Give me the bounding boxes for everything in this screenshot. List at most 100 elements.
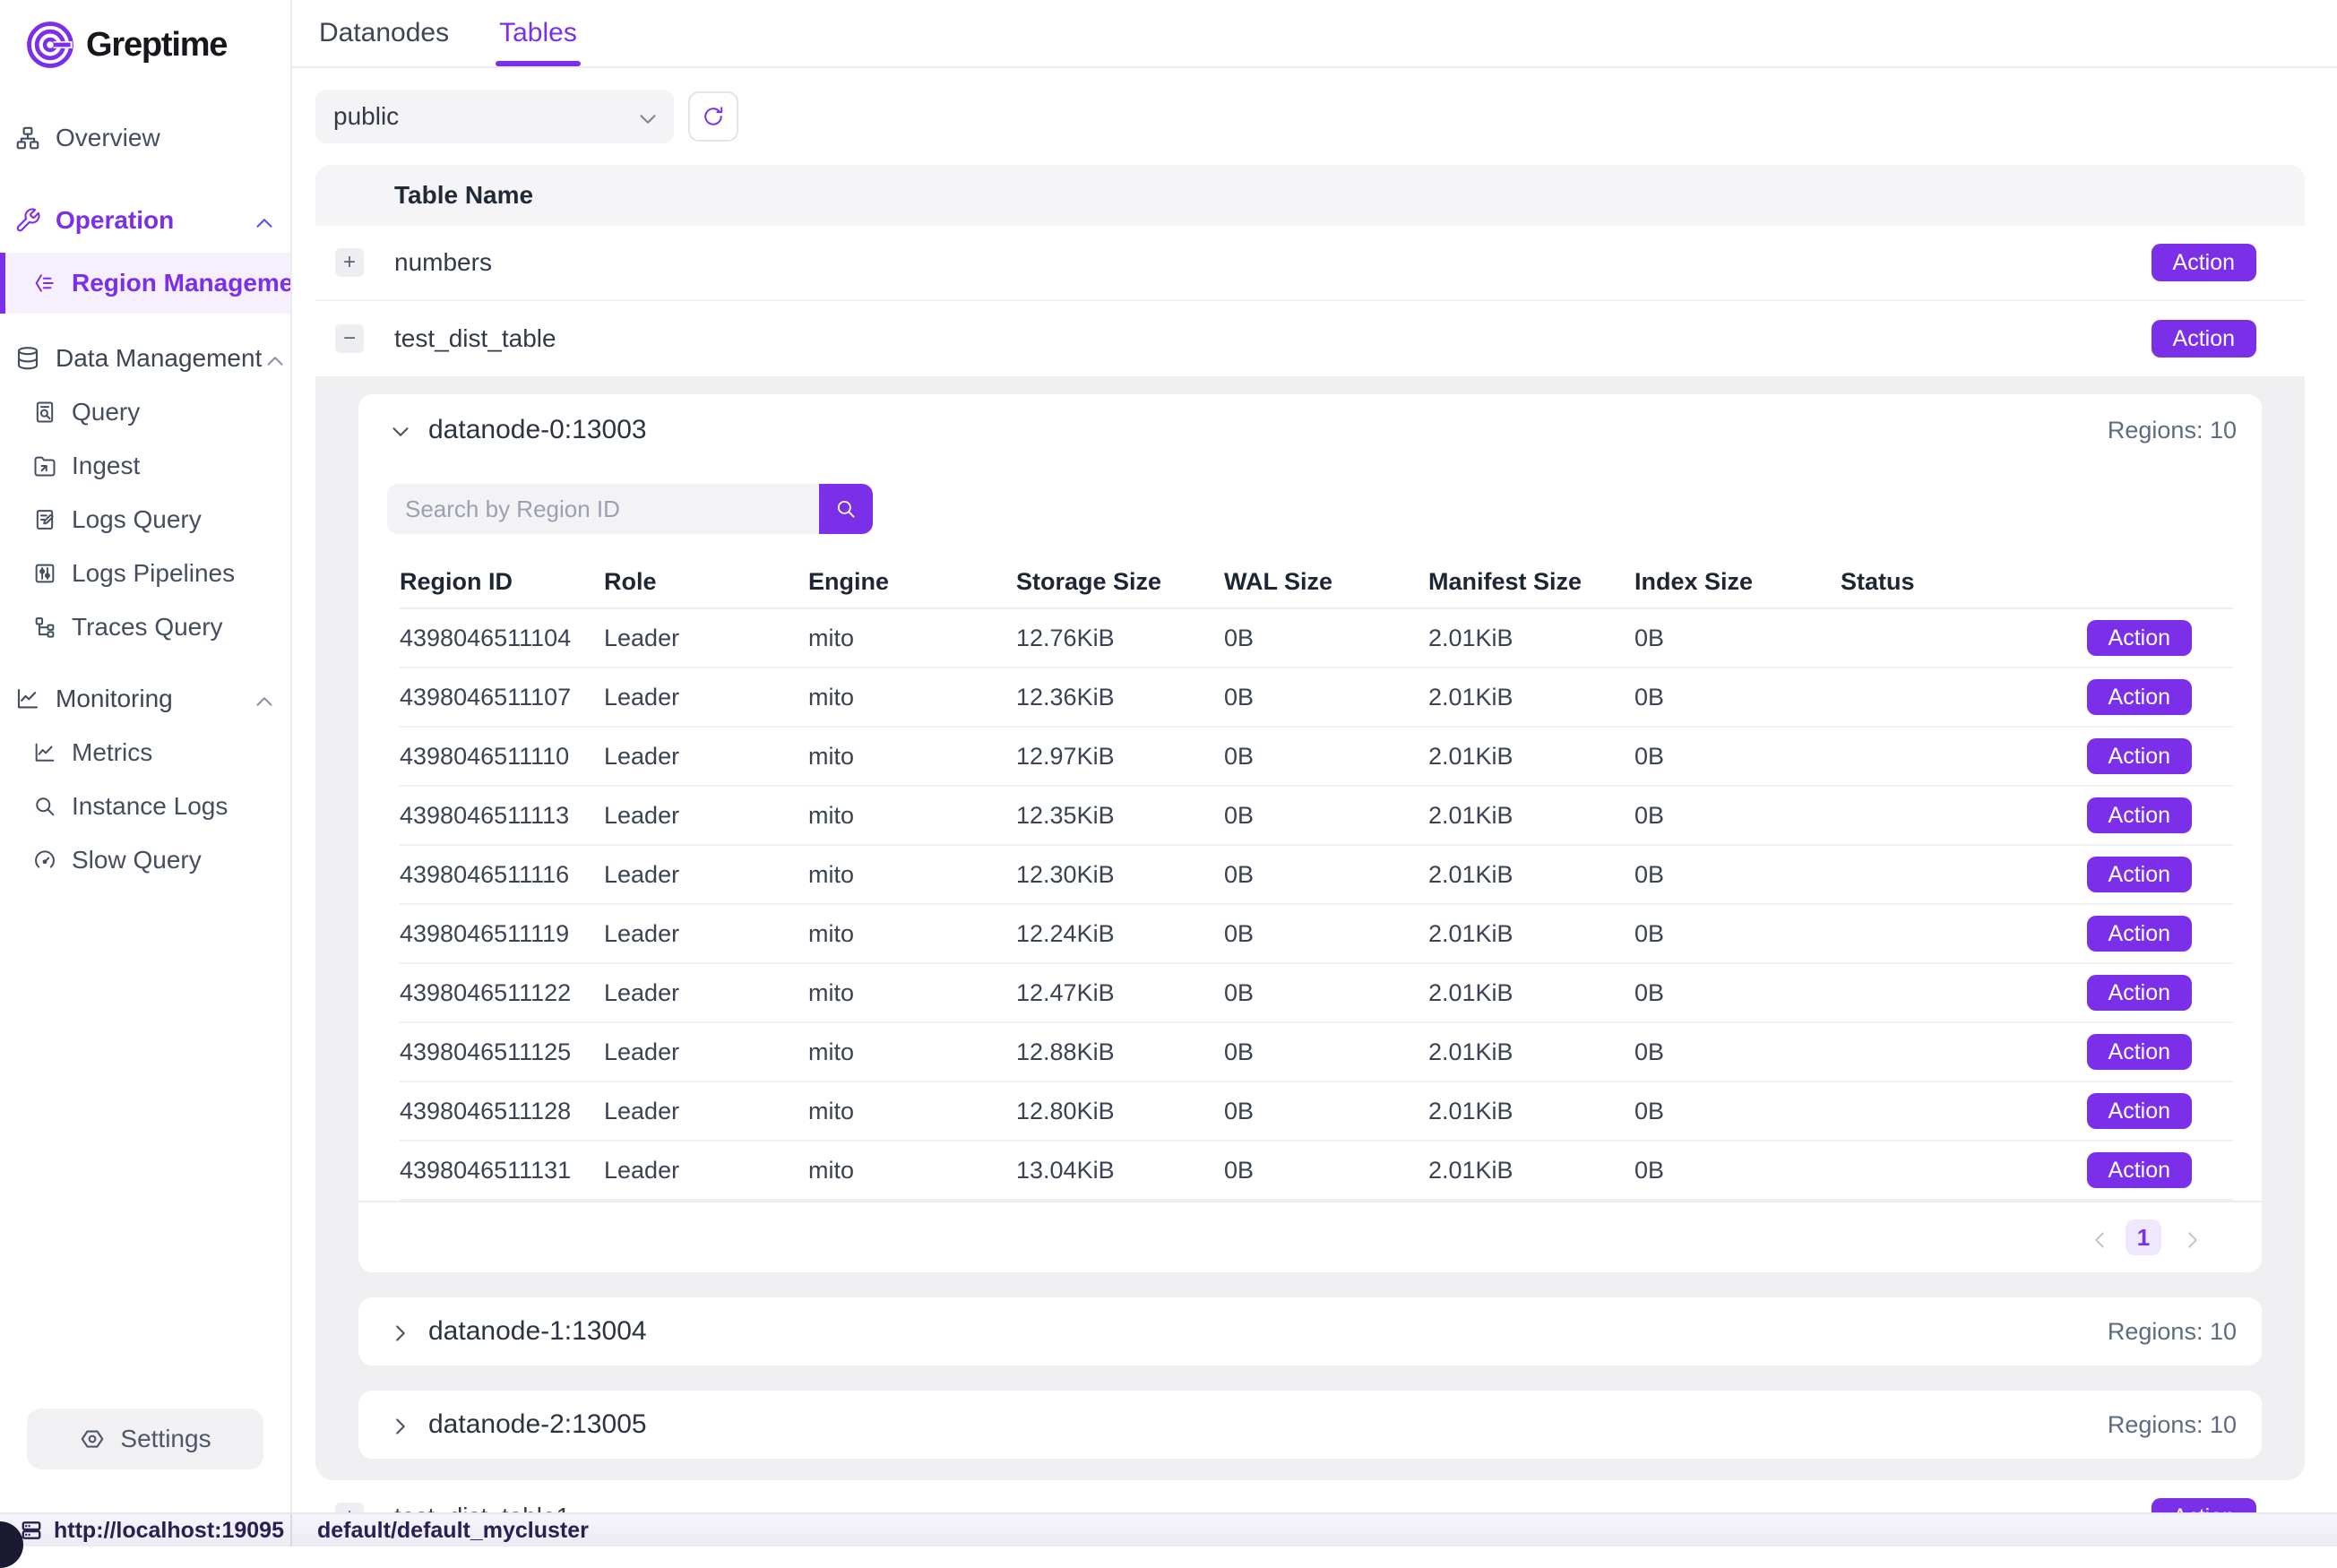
chevron-right-icon [387, 1413, 414, 1440]
region-cell-engine: mito [808, 861, 1016, 889]
datanode-panel: datanode-0:13003 Regions: 10 Region IDRo… [358, 394, 2262, 1272]
expand-button[interactable]: + [335, 1503, 364, 1512]
sidebar-item-label: Instance Logs [72, 792, 228, 821]
region-action-button[interactable]: Action [2087, 620, 2192, 656]
region-col-engine: Engine [808, 568, 1016, 596]
sidebar-item-logs-pipelines[interactable]: Logs Pipelines [0, 547, 290, 600]
content-area: public Table Name + numbers Action − tes… [292, 68, 2337, 1512]
refresh-button[interactable] [688, 91, 738, 142]
region-cell-storage-size: 12.47KiB [1016, 979, 1224, 1007]
datanode-regions-count: Regions: 10 [2108, 1318, 2237, 1346]
sidebar-item-logs-query[interactable]: Logs Query [0, 493, 290, 547]
region-cell-manifest-size: 2.01KiB [1428, 1157, 1634, 1185]
sidebar-item-region-management[interactable]: Region Management [0, 253, 290, 314]
region-action-button[interactable]: Action [2087, 797, 2192, 833]
region-col-manifest-size: Manifest Size [1428, 568, 1634, 596]
sidebar-item-label: Slow Query [72, 846, 202, 874]
datanode-title: datanode-2:13005 [428, 1409, 647, 1440]
sidebar-item-overview[interactable]: Overview [0, 111, 290, 165]
table-action-button[interactable]: Action [2152, 1498, 2256, 1512]
region-row: 4398046511107Leadermito12.36KiB0B2.01KiB… [400, 668, 2233, 728]
tab-bar: Datanodes Tables [292, 0, 2337, 68]
sidebar-item-label: Monitoring [56, 685, 173, 713]
chevron-left-icon [2086, 1227, 2113, 1254]
sidebar-item-ingest[interactable]: Ingest [0, 439, 290, 493]
chevron-right-icon [2179, 1227, 2206, 1254]
tables-list-header: Table Name [315, 165, 2305, 226]
sidebar-item-monitoring[interactable]: Monitoring [0, 672, 290, 726]
region-action-button[interactable]: Action [2087, 1093, 2192, 1129]
region-cell-engine: mito [808, 979, 1016, 1007]
page-number[interactable]: 1 [2126, 1219, 2161, 1255]
region-cell-engine: mito [808, 625, 1016, 652]
sidebar-item-data-management[interactable]: Data Management [0, 332, 290, 385]
region-action-button[interactable]: Action [2087, 916, 2192, 952]
region-search-input[interactable] [387, 484, 819, 534]
previous-page-icon[interactable] [2086, 1227, 2108, 1248]
region-action-button[interactable]: Action [2087, 1034, 2192, 1070]
settings-label: Settings [120, 1425, 211, 1453]
next-page-icon[interactable] [2179, 1227, 2201, 1248]
sitemap-icon [14, 125, 41, 151]
greptime-logo-icon [23, 18, 77, 72]
chevron-down-icon [387, 418, 414, 445]
sidebar-item-traces-query[interactable]: Traces Query [0, 600, 290, 654]
magnifier-icon [32, 794, 57, 819]
tab-tables[interactable]: Tables [496, 0, 581, 66]
chevron-right-icon [387, 1320, 414, 1347]
magnifier-icon [834, 497, 858, 521]
tables-list: Table Name + numbers Action − test_dist_… [315, 165, 2305, 1512]
tab-datanodes[interactable]: Datanodes [315, 0, 453, 66]
sidebar-item-label: Operation [56, 206, 174, 235]
region-action-button[interactable]: Action [2087, 857, 2192, 892]
region-cell-role: Leader [604, 802, 808, 830]
sliders-icon [32, 561, 57, 586]
settings-button[interactable]: Settings [27, 1409, 263, 1469]
region-cell-index-size: 0B [1634, 625, 1841, 652]
region-cell-engine: mito [808, 743, 1016, 771]
datanode-header[interactable]: datanode-1:13004 Regions: 10 [358, 1297, 2262, 1366]
region-cell-wal-size: 0B [1224, 1157, 1428, 1185]
region-cell-engine: mito [808, 802, 1016, 830]
region-cell-engine: mito [808, 1038, 1016, 1066]
region-cell-index-size: 0B [1634, 743, 1841, 771]
region-col-index-size: Index Size [1634, 568, 1841, 596]
sidebar-item-query[interactable]: Query [0, 385, 290, 439]
region-cell-wal-size: 0B [1224, 920, 1428, 948]
table-action-button[interactable]: Action [2152, 244, 2256, 281]
region-cell-region-id: 4398046511104 [400, 625, 604, 652]
database-icon [14, 345, 41, 372]
region-cell-index-size: 0B [1634, 802, 1841, 830]
region-cell-wal-size: 0B [1224, 743, 1428, 771]
region-action-button[interactable]: Action [2087, 738, 2192, 774]
expand-button[interactable]: + [335, 248, 364, 277]
sidebar-item-label: Ingest [72, 452, 140, 480]
chevron-up-icon [262, 348, 289, 375]
region-cell-manifest-size: 2.01KiB [1428, 1098, 1634, 1125]
sidebar-item-operation[interactable]: Operation [0, 194, 290, 247]
schema-select[interactable]: public [315, 90, 674, 143]
region-action-button[interactable]: Action [2087, 975, 2192, 1011]
region-cell-wal-size: 0B [1224, 1038, 1428, 1066]
table-name: numbers [394, 248, 492, 277]
datanode-header[interactable]: datanode-0:13003 Regions: 10 [358, 394, 2262, 466]
datanode-panel: datanode-1:13004 Regions: 10 [358, 1297, 2262, 1366]
region-search-button[interactable] [819, 484, 873, 534]
collapse-button[interactable]: − [335, 324, 364, 353]
sidebar-item-label: Overview [56, 124, 160, 152]
schema-select-value: public [333, 102, 399, 131]
chevron-up-icon [251, 210, 278, 237]
sidebar-item-metrics[interactable]: Metrics [0, 726, 290, 780]
region-cell-storage-size: 13.04KiB [1016, 1157, 1224, 1185]
datanode-header[interactable]: datanode-2:13005 Regions: 10 [358, 1391, 2262, 1459]
brand-name: Greptime [86, 26, 227, 65]
region-cell-storage-size: 12.88KiB [1016, 1038, 1224, 1066]
table-action-button[interactable]: Action [2152, 320, 2256, 358]
sidebar-item-slow-query[interactable]: Slow Query [0, 833, 290, 887]
sidebar-item-instance-logs[interactable]: Instance Logs [0, 780, 290, 833]
region-action-button[interactable]: Action [2087, 679, 2192, 715]
region-cell-wal-size: 0B [1224, 1098, 1428, 1125]
region-cell-role: Leader [604, 920, 808, 948]
region-action-button[interactable]: Action [2087, 1152, 2192, 1188]
datanode-regions-count: Regions: 10 [2108, 1411, 2237, 1439]
